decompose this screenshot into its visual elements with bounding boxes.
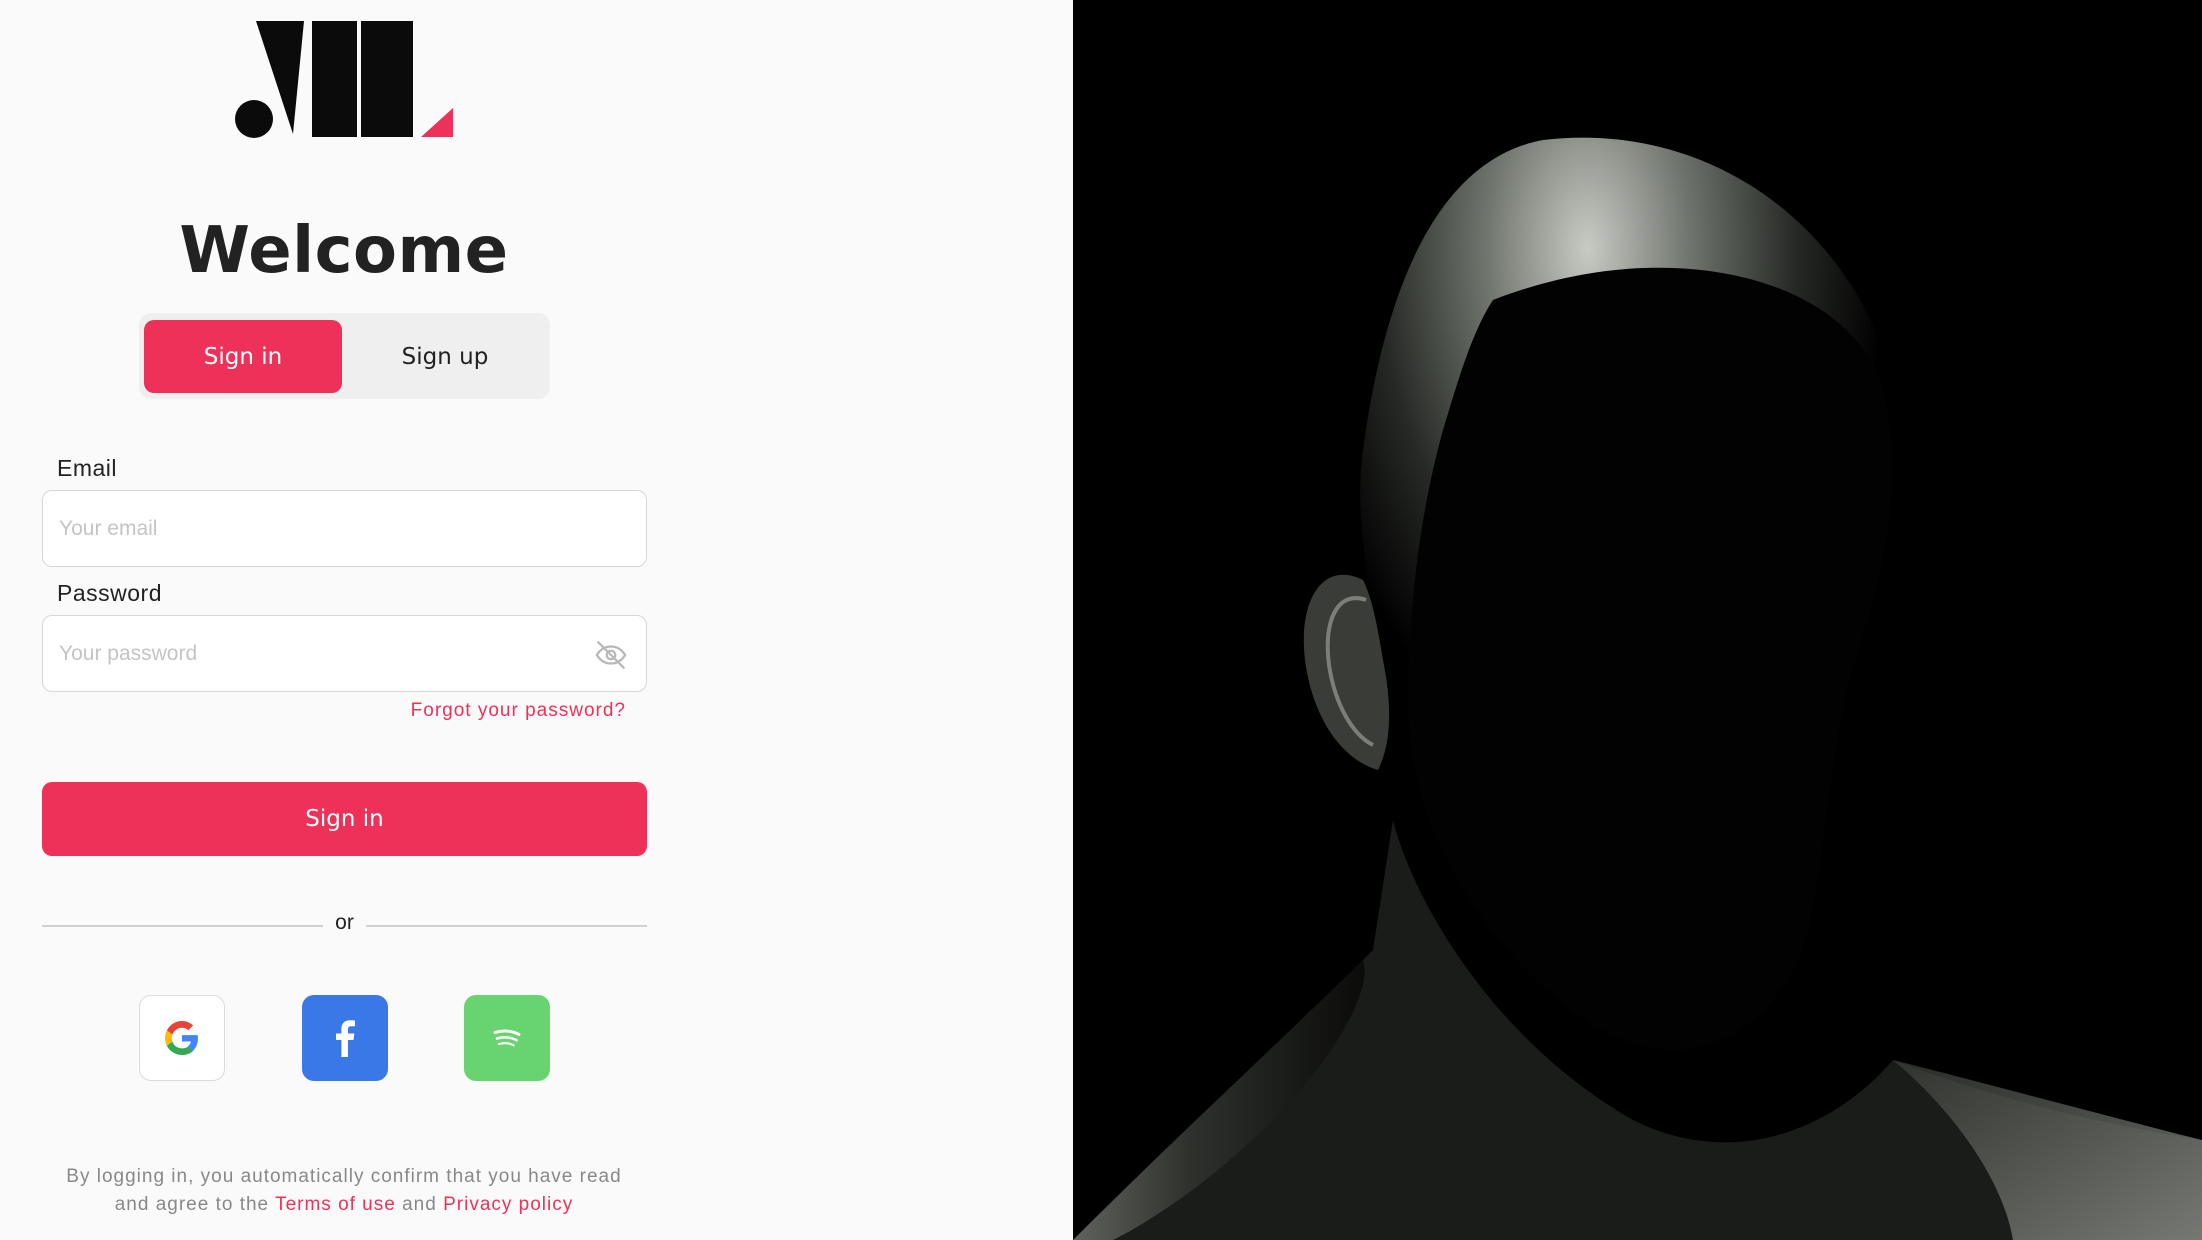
legal-line-1: By logging in, you automatically confirm… (66, 1166, 622, 1187)
forgot-password-link[interactable]: Forgot your password? (300, 700, 626, 722)
legal-line-2: and agree to the Terms of use and Privac… (0, 1191, 688, 1219)
hero-image (1073, 0, 2202, 1240)
facebook-icon (336, 1020, 355, 1057)
terms-of-use-link[interactable]: Terms of use (275, 1194, 396, 1215)
email-label: Email (57, 455, 118, 481)
legal-prefix: and agree to the (114, 1194, 270, 1215)
page-title: Welcome (179, 214, 509, 288)
email-field-container (42, 490, 647, 567)
divider-line (366, 925, 647, 927)
ml-logo-icon (235, 21, 453, 138)
email-field[interactable] (43, 491, 646, 566)
google-sign-in-button[interactable] (139, 995, 225, 1081)
login-panel: Welcome Sign in Sign up Email Password F… (0, 0, 1073, 1240)
tab-sign-in[interactable]: Sign in (144, 320, 342, 393)
password-label: Password (57, 580, 162, 606)
password-field-container (42, 615, 647, 692)
faceless-head-render (1073, 0, 2202, 1240)
sign-in-button[interactable]: Sign in (42, 782, 647, 856)
password-field[interactable] (43, 616, 646, 691)
legal-conjunction: and (402, 1194, 437, 1215)
tab-sign-up[interactable]: Sign up (346, 320, 544, 393)
spotify-icon (493, 1029, 521, 1047)
google-icon (165, 1021, 198, 1055)
privacy-policy-link[interactable]: Privacy policy (443, 1194, 573, 1215)
auth-mode-tabs: Sign in Sign up (139, 313, 550, 399)
divider-line (42, 925, 323, 927)
spotify-sign-in-button[interactable] (464, 995, 550, 1081)
facebook-sign-in-button[interactable] (302, 995, 388, 1081)
divider-label: or (335, 911, 354, 934)
legal-notice: By logging in, you automatically confirm… (0, 1163, 688, 1219)
eye-off-icon[interactable] (594, 638, 628, 672)
